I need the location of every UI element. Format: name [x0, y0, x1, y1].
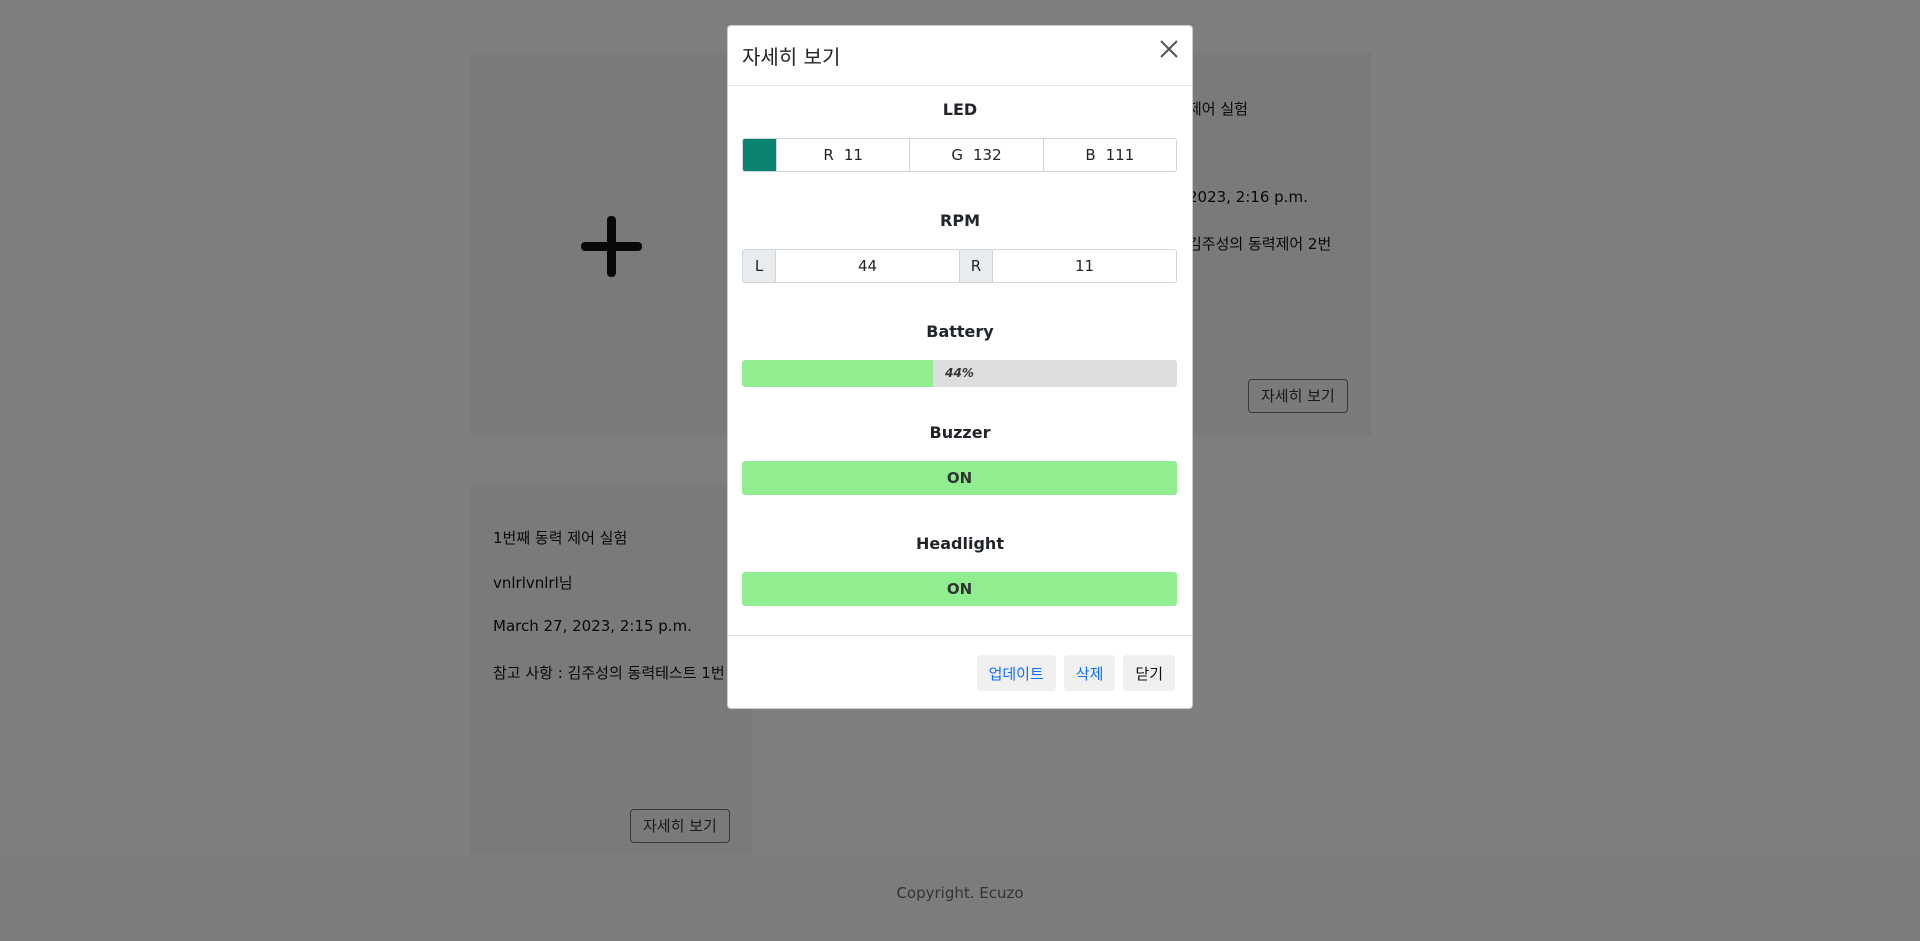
detail-modal: 자세히 보기 LED R 11 G 132 B 111 RPM L 44 R 1… — [727, 25, 1193, 709]
modal-header: 자세히 보기 — [728, 26, 1192, 86]
led-title: LED — [942, 100, 978, 119]
rpm-right-value: 11 — [1074, 257, 1095, 275]
led-color-swatch — [743, 139, 777, 171]
led-b-cell: B 111 — [1044, 139, 1176, 171]
modal-footer-buttons: 업데이트 삭제 닫기 — [976, 655, 1175, 691]
led-g-label: G — [951, 146, 963, 164]
rpm-title: RPM — [940, 211, 980, 230]
headlight-title: Headlight — [916, 534, 1004, 553]
led-r-value: 11 — [843, 146, 863, 164]
led-r-label: R — [823, 146, 834, 164]
led-r-cell: R 11 — [777, 139, 911, 171]
rpm-group: L 44 R 11 — [742, 249, 1177, 283]
close-icon[interactable] — [1156, 36, 1182, 62]
battery-title: Battery — [926, 322, 994, 341]
led-g-value: 132 — [972, 146, 1002, 164]
modal-body: LED R 11 G 132 B 111 RPM L 44 R 11 Batte… — [728, 86, 1192, 638]
headlight-state: ON — [742, 572, 1177, 606]
led-group: R 11 G 132 B 111 — [742, 138, 1177, 172]
battery-percent-text: 44% — [945, 366, 974, 380]
rpm-left-value: 44 — [776, 250, 960, 282]
led-b-value: 111 — [1105, 146, 1135, 164]
delete-button[interactable]: 삭제 — [1063, 655, 1116, 691]
led-b-label: B — [1085, 146, 1096, 164]
led-g-cell: G 132 — [910, 139, 1044, 171]
battery-progress: 44% — [742, 360, 1177, 387]
update-button[interactable]: 업데이트 — [976, 655, 1056, 691]
rpm-left-label: L — [743, 250, 776, 282]
close-button[interactable]: 닫기 — [1123, 655, 1175, 691]
rpm-right-label: R — [960, 250, 993, 282]
buzzer-title: Buzzer — [929, 423, 991, 442]
modal-footer: 업데이트 삭제 닫기 — [728, 635, 1192, 708]
buzzer-state: ON — [742, 461, 1177, 495]
modal-title: 자세히 보기 — [742, 45, 841, 69]
